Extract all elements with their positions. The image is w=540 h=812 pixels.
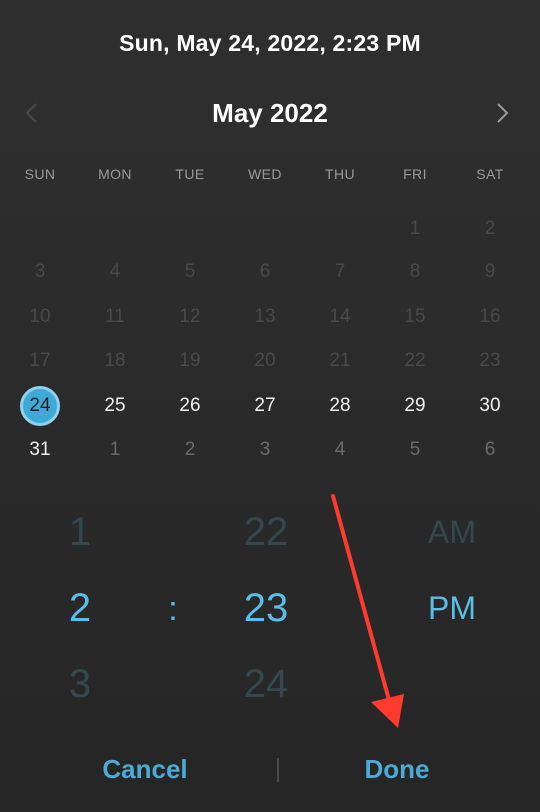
ampm-prev[interactable]: AM (428, 514, 476, 551)
weekday-label-sat: SAT (476, 166, 504, 182)
time-separator: : (168, 590, 178, 628)
calendar-day[interactable]: 5 (170, 252, 210, 292)
calendar-day[interactable]: 27 (245, 386, 285, 426)
minute-prev[interactable]: 22 (244, 510, 289, 555)
cancel-button[interactable]: Cancel (102, 754, 187, 785)
weekday-label-sun: SUN (24, 166, 56, 182)
minute-current[interactable]: 23 (244, 586, 289, 631)
calendar-day[interactable]: 13 (245, 297, 285, 337)
calendar-day[interactable]: 10 (20, 297, 60, 337)
chevron-right-icon (497, 103, 509, 123)
datetime-picker-dialog: Sun, May 24, 2022, 2:23 PM May 2022 SUN M… (0, 0, 540, 812)
calendar-day[interactable]: 22 (395, 341, 435, 381)
calendar-day[interactable]: 28 (320, 386, 360, 426)
calendar-day[interactable]: 16 (470, 297, 510, 337)
calendar-day[interactable]: 31 (20, 430, 60, 470)
calendar-day[interactable]: 5 (395, 430, 435, 470)
calendar-day[interactable]: 1 (395, 209, 435, 249)
calendar-day[interactable]: 26 (170, 386, 210, 426)
selected-datetime-title: Sun, May 24, 2022, 2:23 PM (119, 30, 421, 56)
minute-next[interactable]: 24 (244, 662, 289, 707)
calendar-day[interactable]: 21 (320, 341, 360, 381)
calendar-day[interactable]: 6 (245, 252, 285, 292)
calendar-day[interactable]: 17 (20, 341, 60, 381)
hour-prev[interactable]: 1 (69, 510, 91, 555)
next-month-button[interactable] (488, 98, 518, 128)
month-title[interactable]: May 2022 (0, 98, 540, 129)
calendar-day[interactable]: 9 (470, 252, 510, 292)
month-navigation: May 2022 (0, 90, 540, 134)
weekday-label-wed: WED (248, 166, 282, 182)
calendar-day[interactable]: 11 (95, 297, 135, 337)
weekday-header: SUN MON TUE WED THU FRI SAT (0, 166, 540, 186)
calendar-day[interactable]: 19 (170, 341, 210, 381)
calendar-day[interactable]: 2 (470, 209, 510, 249)
weekday-label-fri: FRI (403, 166, 427, 182)
hour-current[interactable]: 2 (69, 586, 91, 631)
done-button[interactable]: Done (365, 754, 430, 785)
calendar-day[interactable]: 29 (395, 386, 435, 426)
ampm-current[interactable]: PM (428, 590, 476, 627)
calendar-day[interactable]: 4 (320, 430, 360, 470)
calendar-day[interactable]: 8 (395, 252, 435, 292)
calendar-day[interactable]: 23 (470, 341, 510, 381)
calendar-day[interactable]: 6 (470, 430, 510, 470)
calendar-day[interactable]: 3 (20, 252, 60, 292)
calendar-day[interactable]: 25 (95, 386, 135, 426)
weekday-label-thu: THU (325, 166, 355, 182)
calendar-day[interactable]: 30 (470, 386, 510, 426)
calendar-day[interactable]: 15 (395, 297, 435, 337)
calendar-day[interactable]: 7 (320, 252, 360, 292)
weekday-label-mon: MON (98, 166, 132, 182)
calendar-day[interactable]: 3 (245, 430, 285, 470)
hour-next[interactable]: 3 (69, 662, 91, 707)
time-picker: 1 2 3 : 22 23 24 AM PM (0, 500, 540, 720)
calendar-day[interactable]: 2 (170, 430, 210, 470)
dialog-footer: Cancel Done (0, 740, 540, 800)
selected-day[interactable]: 24 (20, 386, 60, 426)
weekday-label-tue: TUE (175, 166, 205, 182)
calendar-day[interactable]: 12 (170, 297, 210, 337)
calendar-day[interactable]: 18 (95, 341, 135, 381)
calendar-day[interactable]: 14 (320, 297, 360, 337)
calendar-day[interactable]: 20 (245, 341, 285, 381)
footer-divider (277, 758, 279, 782)
calendar-day[interactable]: 1 (95, 430, 135, 470)
calendar-day[interactable]: 4 (95, 252, 135, 292)
